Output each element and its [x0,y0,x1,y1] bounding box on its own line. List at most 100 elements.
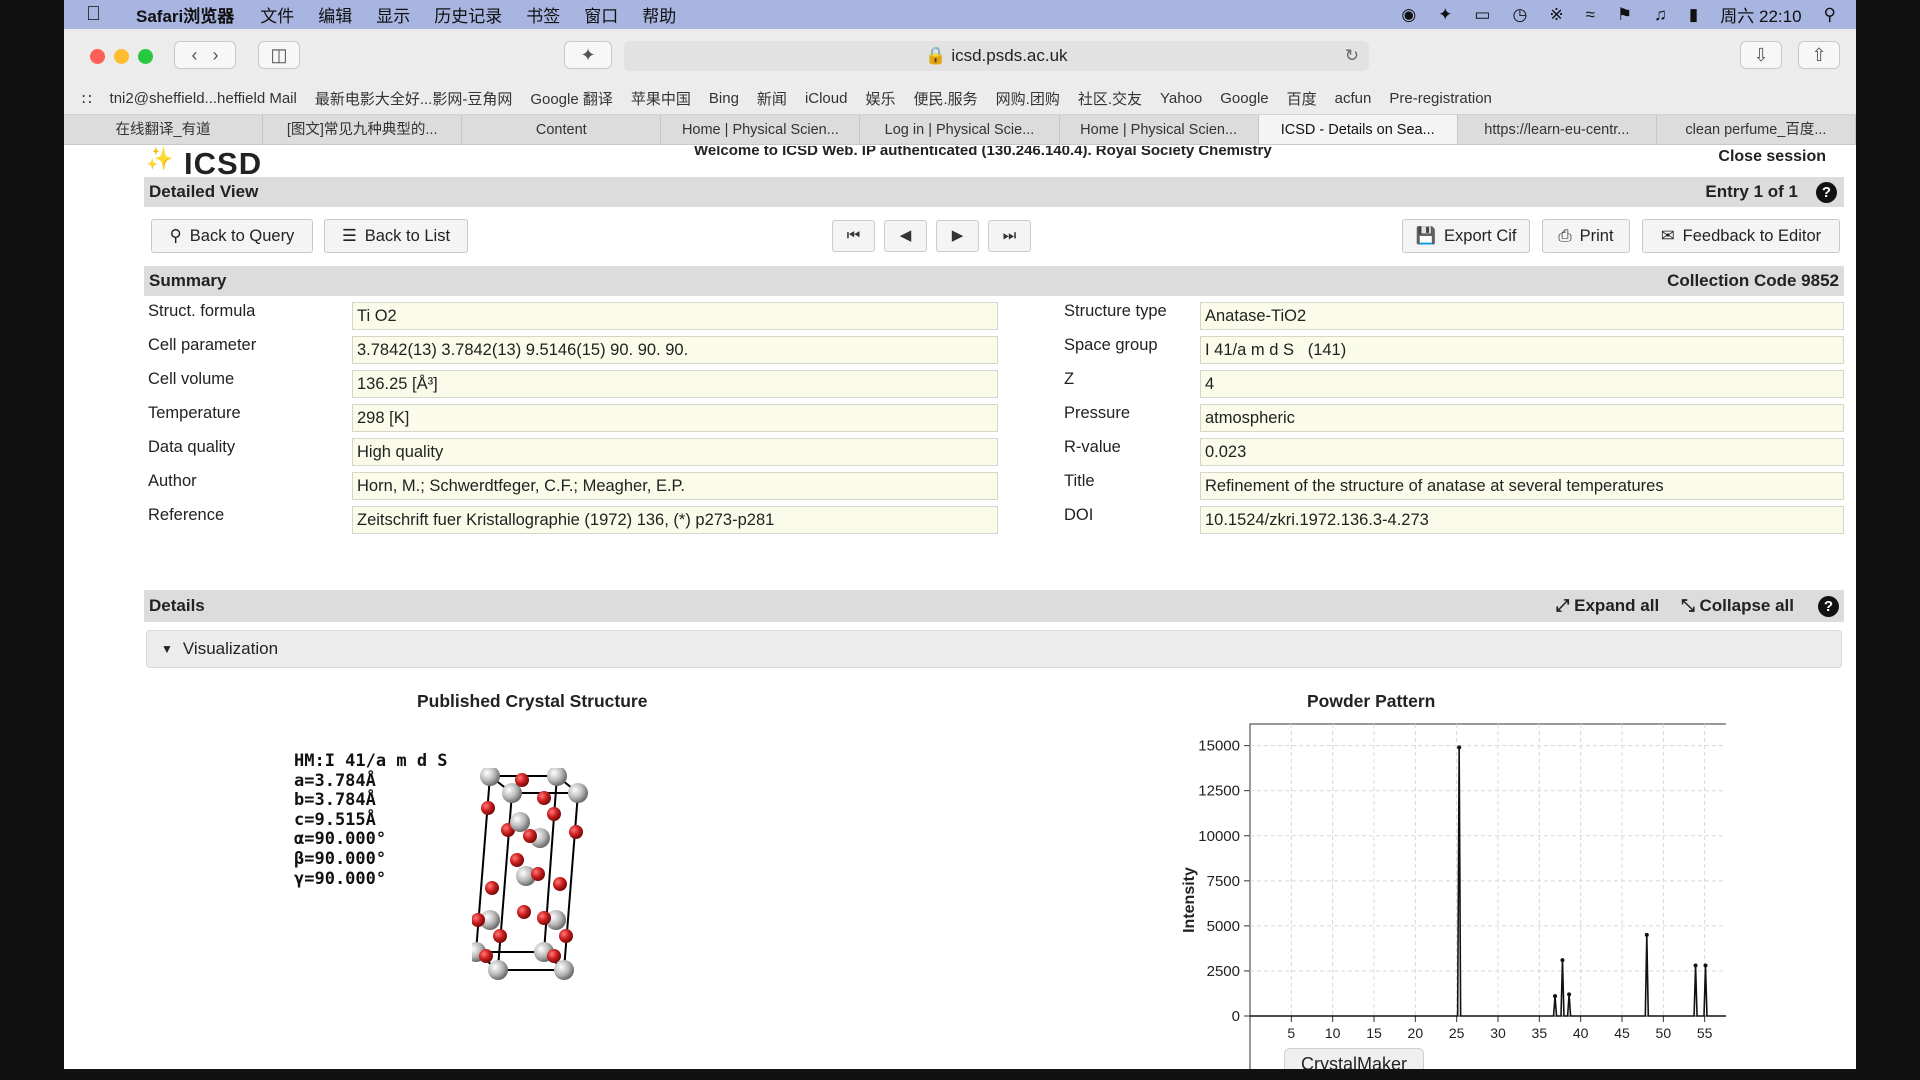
reload-icon[interactable]: ↻ [1345,41,1359,71]
expand-all-label: Expand all [1574,596,1660,615]
visualization-label: Visualization [182,639,279,658]
plot-area [1249,723,1726,1069]
bookmark-4[interactable]: 苹果中国 [631,88,691,109]
bluetooth-icon[interactable]: ※ [1549,5,1563,25]
bookmark-8[interactable]: 娱乐 [865,88,895,109]
tab-6[interactable]: Home | Physical Scien... [1060,115,1259,144]
bookmark-12[interactable]: Yahoo [1160,90,1202,107]
back-forward-buttons[interactable]: ‹ › [174,41,236,69]
apple-icon[interactable]:  [86,3,120,26]
bookmark-1[interactable]: tni2@sheffield...heffield Mail [110,90,297,107]
powder-pattern-chart[interactable]: 0 2500 5000 7500 10000 12500 15000 5 10 15 20 25 30… [1086,716,1726,1069]
bookmark-14[interactable]: 百度 [1287,88,1317,109]
volume-icon[interactable]: ♫ [1654,5,1667,25]
doi-value[interactable]: 10.1524/zkri.1972.136.3-4.273 [1200,506,1844,534]
menu-view[interactable]: 显示 [376,2,410,27]
entry-info: Entry 1 of 1 ? [1705,181,1839,203]
detailed-view-title: Detailed View [149,182,259,201]
next-entry-button[interactable]: ▶ [936,220,979,252]
zoom-window-icon[interactable] [138,48,153,64]
author-value: Horn, M.; Schwerdtfeger, C.F.; Meagher, … [352,472,998,500]
last-entry-button[interactable]: ⏭ [988,220,1031,252]
x-tick-label: 5 [1287,1025,1295,1041]
minimize-window-icon[interactable] [114,48,129,64]
back-to-query-label: Back to Query [189,226,295,245]
spotlight-icon[interactable]: ⚲ [1824,5,1836,25]
close-window-icon[interactable] [90,48,105,64]
menu-edit[interactable]: 编辑 [318,2,352,27]
menu-window[interactable]: 窗口 [584,2,618,27]
back-to-list-button[interactable]: ☰ Back to List [324,219,468,253]
feedback-to-editor-button[interactable]: ✉ Feedback to Editor [1642,219,1840,253]
menu-app-name[interactable]: Safari浏览器 [136,2,234,27]
bookmark-9[interactable]: 便民.服务 [913,88,977,109]
visualization-toggle[interactable]: ▼ Visualization [146,630,1842,668]
export-cif-button[interactable]: 💾 Export Cif [1402,219,1530,253]
bookmark-15[interactable]: acfun [1335,90,1372,107]
z-label: Z [1064,370,1075,388]
step-back-icon: ◀ [899,227,912,244]
tab-8[interactable]: https://learn-eu-centr... [1458,115,1657,144]
space-group-label: Space group [1064,336,1158,354]
print-button[interactable]: ⎙ Print [1542,219,1630,253]
expand-all-button[interactable]: ⤢ Expand all [1556,596,1659,616]
x-tick-label: 50 [1656,1025,1672,1041]
bookmark-6[interactable]: 新闻 [757,88,787,109]
tab-5[interactable]: Log in | Physical Scie... [860,115,1060,144]
previous-entry-button[interactable]: ◀ [884,220,927,252]
crystal-structure-viewer[interactable] [472,768,652,1038]
bird-icon[interactable]: ✦ [1438,5,1452,25]
extension-bird-icon[interactable]: ✦ [564,41,612,69]
structure-type-label: Structure type [1064,302,1167,320]
clock[interactable]: 周六 22:10 [1720,2,1801,27]
share-icon[interactable]: ⇧ [1798,41,1840,69]
back-to-query-button[interactable]: ⚲ Back to Query [151,219,313,253]
chevron-right-icon[interactable]: › [213,45,219,66]
battery-icon[interactable]: ▮ [1689,5,1698,25]
time-machine-icon[interactable]: ◷ [1512,5,1527,25]
crystal-line-beta: β=90.000° [294,848,387,869]
wifi-icon[interactable]: ≈ [1586,5,1595,25]
close-session-link[interactable]: Close session [1718,148,1826,166]
peak-point [1567,992,1572,997]
details-bar: Details ⤢ Expand all ⤡ Collapse all ? [144,590,1844,622]
menu-history[interactable]: 历史记录 [434,2,502,27]
temperature-label: Temperature [148,404,241,422]
bookmark-10[interactable]: 网购.团购 [996,88,1060,109]
menu-help[interactable]: 帮助 [642,2,676,27]
reference-label: Reference [148,506,225,524]
details-help-icon[interactable]: ? [1818,595,1839,617]
first-entry-button[interactable]: ⏮ [832,220,875,252]
bookmark-7[interactable]: iCloud [805,90,848,107]
crystal-line-c: c=9.515Å [294,809,376,830]
bookmark-5[interactable]: Bing [709,90,739,107]
title-value: Refinement of the structure of anatase a… [1200,472,1844,500]
bookmark-16[interactable]: Pre-registration [1389,90,1492,107]
record-icon[interactable]: ◉ [1401,5,1416,25]
bookmark-3[interactable]: Google 翻译 [530,88,613,109]
summary-title: Summary [149,271,227,290]
tab-9[interactable]: clean perfume_百度... [1657,115,1856,144]
bookmark-2[interactable]: 最新电影大全好...影网-豆角网 [315,88,513,109]
y-tick-label: 7500 [1207,873,1240,890]
sidebar-icon[interactable]: ◫ [258,41,300,69]
bookmark-11[interactable]: 社区.交友 [1078,88,1142,109]
apps-grid-icon[interactable]: ∷ [82,90,92,108]
collapse-all-button[interactable]: ⤡ Collapse all [1681,596,1794,616]
tab-3[interactable]: Content [462,115,662,144]
airplay-icon[interactable]: ▭ [1474,5,1490,25]
r-value-label: R-value [1064,438,1121,456]
chevron-left-icon[interactable]: ‹ [191,45,197,66]
menu-bookmarks[interactable]: 书签 [526,2,560,27]
downloads-icon[interactable]: ⇩ [1740,41,1782,69]
address-bar[interactable]: 🔒 icsd.psds.ac.uk ↻ [624,41,1369,71]
tab-7-active[interactable]: ICSD - Details on Sea... [1258,115,1458,144]
help-icon[interactable]: ? [1816,181,1837,203]
menu-file[interactable]: 文件 [260,2,294,27]
bookmark-13[interactable]: Google [1220,90,1268,107]
flag-icon[interactable]: ⚑ [1617,5,1632,25]
temperature-value: 298 [K] [352,404,998,432]
tab-2[interactable]: [图文]常见九种典型的... [263,115,463,144]
tab-4[interactable]: Home | Physical Scien... [661,115,861,144]
tab-1[interactable]: 在线翻译_有道 [64,115,264,144]
